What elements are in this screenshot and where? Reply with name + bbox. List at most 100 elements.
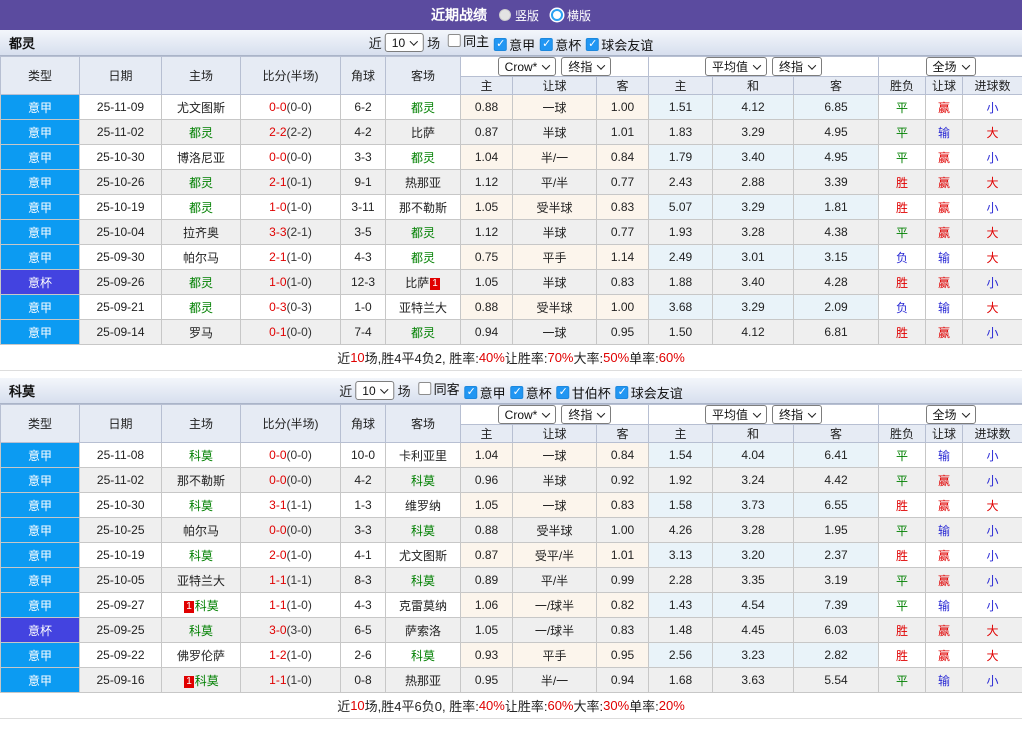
avg-time-select[interactable]: 终指 xyxy=(772,57,822,76)
team-label: 帕尔马 xyxy=(183,251,219,265)
filter-checkbox-同客[interactable]: 同客 xyxy=(419,379,460,398)
filter-checkbox-同主[interactable]: 同主 xyxy=(448,31,489,50)
summary-segment: 让胜率: xyxy=(505,348,548,367)
team-label: 科莫 xyxy=(411,574,435,588)
away-team-cell: 萨索洛 xyxy=(386,618,461,643)
match-date-cell: 25-09-25 xyxy=(80,618,162,643)
summary-segment: 让胜率: xyxy=(505,696,548,715)
filter-checkbox-意杯[interactable]: ✓意杯 xyxy=(540,35,581,54)
filter-checkbox-意杯[interactable]: ✓意杯 xyxy=(511,383,552,402)
handicap-result-cell: 赢 xyxy=(926,543,963,568)
radio-icon[interactable] xyxy=(499,9,511,21)
checkbox-icon[interactable]: ✓ xyxy=(616,386,629,399)
goals-result-cell: 小 xyxy=(963,320,1022,345)
avg-home-odds-cell: 1.68 xyxy=(649,668,713,693)
checkbox-icon[interactable]: ✓ xyxy=(511,386,524,399)
home-team-cell: 都灵 xyxy=(162,270,241,295)
checkbox-icon[interactable]: ✓ xyxy=(465,386,478,399)
odds-company-select[interactable]: Crow* xyxy=(498,57,557,76)
scope-select[interactable]: 全场 xyxy=(926,57,976,76)
chevron-down-icon xyxy=(753,409,761,417)
avg-away-odds-cell: 2.09 xyxy=(794,295,879,320)
avg-select[interactable]: 平均值 xyxy=(705,57,767,76)
team-label: 科莫 xyxy=(411,649,435,663)
odds-time-select[interactable]: 终指 xyxy=(561,57,611,76)
checkbox-icon[interactable]: ✓ xyxy=(557,386,570,399)
away-team-cell: 科莫 xyxy=(386,643,461,668)
corner-cell: 4-1 xyxy=(341,543,386,568)
home-team-cell: 1科莫 xyxy=(162,593,241,618)
fulltime-score: 3-1 xyxy=(269,498,286,512)
filter-checkbox-球会友谊[interactable]: ✓球会友谊 xyxy=(586,35,653,54)
match-row: 意甲25-09-22佛罗伦萨1-2(1-0)2-6科莫0.93平手0.952.5… xyxy=(1,643,1022,668)
team-label: 那不勒斯 xyxy=(399,201,447,215)
match-date-cell: 25-10-30 xyxy=(80,493,162,518)
filter-checkbox-甘伯杯[interactable]: ✓甘伯杯 xyxy=(557,383,611,402)
handicap-line-cell: 受半球 xyxy=(513,518,597,543)
avg-away-odds-cell: 6.03 xyxy=(794,618,879,643)
score-cell: 2-2(2-2) xyxy=(241,120,341,145)
avg-time-select[interactable]: 终指 xyxy=(772,405,822,424)
filter-checkbox-意甲[interactable]: ✓意甲 xyxy=(465,383,506,402)
handicap-away-odds-cell: 1.01 xyxy=(597,543,649,568)
filter-checkbox-球会友谊[interactable]: ✓球会友谊 xyxy=(616,383,683,402)
goals-result-cell: 小 xyxy=(963,468,1022,493)
avg-away-odds-cell: 1.81 xyxy=(794,195,879,220)
league-type-cell: 意甲 xyxy=(1,195,80,220)
checkbox-icon[interactable] xyxy=(448,34,461,47)
match-date-cell: 25-09-21 xyxy=(80,295,162,320)
handicap-result-cell: 赢 xyxy=(926,95,963,120)
avg-away-odds-cell: 4.28 xyxy=(794,270,879,295)
team-label: 佛罗伦萨 xyxy=(177,649,225,663)
checkbox-icon[interactable] xyxy=(419,382,432,395)
away-team-cell: 维罗纳 xyxy=(386,493,461,518)
col-corner: 角球 xyxy=(341,57,386,95)
recent-count-select[interactable]: 10 xyxy=(385,33,424,52)
match-table-body: 意甲25-11-09尤文图斯0-0(0-0)6-2都灵0.88一球1.001.5… xyxy=(1,95,1022,345)
layout-radio-vertical[interactable]: 竖版 xyxy=(499,7,539,24)
odds-company-select[interactable]: Crow* xyxy=(498,405,557,424)
checkbox-icon[interactable]: ✓ xyxy=(586,38,599,51)
match-row: 意甲25-10-30科莫3-1(1-1)1-3维罗纳1.05一球0.831.58… xyxy=(1,493,1022,518)
goals-result-cell: 大 xyxy=(963,295,1022,320)
avg-draw-odds-cell: 3.01 xyxy=(713,245,794,270)
col-handicap-result: 让球 xyxy=(926,77,963,95)
radio-icon[interactable] xyxy=(551,9,563,21)
match-row: 意杯25-09-26都灵1-0(1-0)12-3比萨11.05半球0.831.8… xyxy=(1,270,1022,295)
result-cell: 平 xyxy=(879,568,926,593)
filter-checkboxes: 同客 ✓意甲 ✓意杯 ✓甘伯杯 ✓球会友谊 xyxy=(414,379,683,402)
layout-radio-horizontal[interactable]: 横版 xyxy=(551,7,591,24)
filter-bar: 近 10 场 同主✓意甲✓意杯✓球会友谊 xyxy=(369,31,653,54)
league-type-cell: 意甲 xyxy=(1,170,80,195)
score-cell: 2-1(1-0) xyxy=(241,245,341,270)
odds-time-select[interactable]: 终指 xyxy=(561,405,611,424)
filter-checkbox-意甲[interactable]: ✓意甲 xyxy=(494,35,535,54)
match-date-cell: 25-09-26 xyxy=(80,270,162,295)
league-type-cell: 意甲 xyxy=(1,668,80,693)
team-label: 都灵 xyxy=(411,101,435,115)
checkbox-icon[interactable]: ✓ xyxy=(540,38,553,51)
team-label: 都灵 xyxy=(411,151,435,165)
match-date-cell: 25-09-30 xyxy=(80,245,162,270)
chevron-down-icon xyxy=(961,409,969,417)
checkbox-icon[interactable]: ✓ xyxy=(494,38,507,51)
avg-home-odds-cell: 3.13 xyxy=(649,543,713,568)
chevron-down-icon xyxy=(542,61,550,69)
handicap-line-cell: 半球 xyxy=(513,220,597,245)
halftime-score: (1-1) xyxy=(287,573,312,587)
summary-segment: 40% xyxy=(479,350,505,365)
team-label: 科莫 xyxy=(195,599,219,613)
handicap-away-odds-cell: 0.83 xyxy=(597,618,649,643)
section-gap xyxy=(0,371,1022,378)
scope-select[interactable]: 全场 xyxy=(926,405,976,424)
avg-select[interactable]: 平均值 xyxy=(705,405,767,424)
fulltime-score: 0-0 xyxy=(269,150,286,164)
recent-count-select[interactable]: 10 xyxy=(355,381,394,400)
home-team-cell: 那不勒斯 xyxy=(162,468,241,493)
avg-away-odds-cell: 6.55 xyxy=(794,493,879,518)
match-row: 意甲25-10-19都灵1-0(1-0)3-11那不勒斯1.05受半球0.835… xyxy=(1,195,1022,220)
handicap-result-cell: 赢 xyxy=(926,568,963,593)
match-date-cell: 25-09-27 xyxy=(80,593,162,618)
match-date-cell: 25-11-08 xyxy=(80,443,162,468)
team-label: 科莫 xyxy=(189,449,213,463)
